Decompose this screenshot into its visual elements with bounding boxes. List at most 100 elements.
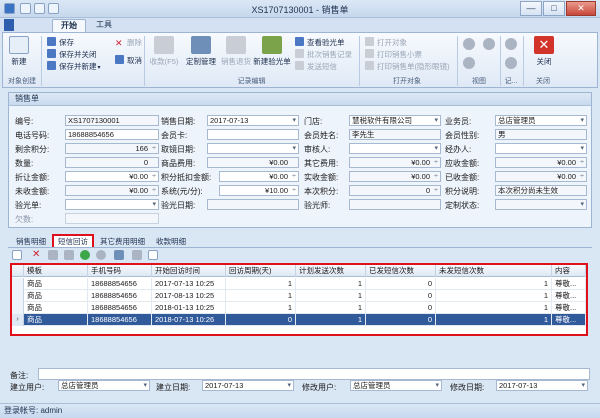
tab-start[interactable]: 开始: [52, 19, 86, 32]
due-amount-field[interactable]: ¥0.00: [495, 157, 587, 168]
row-indicator[interactable]: ›: [12, 314, 24, 326]
add-icon[interactable]: [80, 250, 90, 260]
col-content[interactable]: 内容: [552, 265, 586, 277]
new-button[interactable]: 新建: [7, 36, 31, 67]
quantity-field[interactable]: 0: [65, 157, 159, 168]
table-cell[interactable]: 尊敬...: [552, 278, 586, 290]
tab-tools[interactable]: 工具: [88, 19, 120, 32]
table-cell[interactable]: 尊敬...: [552, 302, 586, 314]
col-template[interactable]: 模板: [24, 265, 88, 277]
save-close-button[interactable]: 保存并关闭: [47, 49, 97, 60]
table-cell[interactable]: 2017-07-13 10:25: [152, 278, 226, 290]
received-amount-field[interactable]: ¥0.00: [495, 171, 587, 182]
remaining-points-field[interactable]: 166: [65, 143, 159, 154]
table-cell[interactable]: 尊敬...: [552, 290, 586, 302]
handler-field[interactable]: [495, 143, 587, 154]
collect-button[interactable]: 收款(F5): [149, 36, 179, 67]
table-cell[interactable]: 商品: [24, 290, 88, 302]
other-fee-field[interactable]: ¥0.00: [349, 157, 441, 168]
table-cell[interactable]: 商品: [24, 278, 88, 290]
table-row[interactable]: 商品 18688854656 2017-07-13 10:25 1 1 0 1 尊敬...: [12, 278, 586, 290]
auditor-field[interactable]: [349, 143, 441, 154]
member-gender-field[interactable]: 男: [495, 129, 587, 140]
table-cell[interactable]: 0: [366, 278, 436, 290]
print-icon[interactable]: [132, 250, 142, 260]
creator-field[interactable]: 总店管理员: [58, 380, 150, 391]
record-nav-2[interactable]: [503, 57, 519, 71]
copy-icon[interactable]: [48, 250, 58, 260]
points-deduct-field[interactable]: ¥0.00: [219, 171, 299, 182]
member-card-field[interactable]: [207, 129, 299, 140]
delete-button[interactable]: ✕ 删除: [115, 37, 142, 48]
table-cell[interactable]: 1: [296, 290, 366, 302]
cancel-button[interactable]: 取消: [115, 55, 142, 66]
delete-row-icon[interactable]: ✕: [32, 250, 42, 260]
send-sms-button[interactable]: 发送短信: [295, 61, 337, 72]
staff-field[interactable]: 总店管理员: [495, 115, 587, 126]
save-new-button[interactable]: 保存并新建▾: [47, 61, 101, 72]
order-no-field[interactable]: XS1707130001: [65, 115, 159, 126]
table-cell[interactable]: 1: [296, 278, 366, 290]
table-cell[interactable]: 2017-08-13 10:25: [152, 290, 226, 302]
file-menu-button[interactable]: [4, 19, 14, 31]
table-cell[interactable]: 1: [226, 278, 296, 290]
points-note-field[interactable]: 本次积分尚未生效: [495, 185, 587, 196]
table-cell[interactable]: 18688854656: [88, 314, 152, 326]
settings-icon[interactable]: [148, 250, 158, 260]
close-window-button[interactable]: ✕: [566, 1, 596, 16]
row-indicator[interactable]: [12, 278, 24, 290]
open-object-button[interactable]: 打开对象: [365, 37, 407, 48]
modifier-field[interactable]: 总店管理员: [350, 380, 442, 391]
table-cell[interactable]: 1: [436, 302, 552, 314]
table-cell[interactable]: 商品: [24, 314, 88, 326]
optometrist-field[interactable]: [349, 199, 441, 210]
export-icon[interactable]: [114, 250, 124, 260]
unpaid-amount-field[interactable]: ¥0.00: [65, 185, 159, 196]
remark-field[interactable]: [38, 368, 590, 380]
table-cell[interactable]: 18688854656: [88, 290, 152, 302]
row-indicator[interactable]: [12, 290, 24, 302]
refresh-icon[interactable]: [64, 250, 74, 260]
optician-bill-field[interactable]: [65, 199, 159, 210]
table-cell[interactable]: 18688854656: [88, 278, 152, 290]
sales-date-field[interactable]: 2017-07-13: [207, 115, 299, 126]
table-cell[interactable]: 1: [296, 314, 366, 326]
table-cell[interactable]: 1: [436, 290, 552, 302]
new-row-icon[interactable]: [12, 250, 22, 260]
col-start-time[interactable]: 开始回访时间: [152, 265, 226, 277]
tab-sms-followup[interactable]: 短信回访: [52, 234, 94, 247]
table-cell[interactable]: 1: [296, 302, 366, 314]
table-cell[interactable]: 2018-07-13 10:26: [152, 314, 226, 326]
discount-field[interactable]: ¥0.00: [65, 171, 159, 182]
table-cell[interactable]: 2018-01-13 10:25: [152, 302, 226, 314]
col-phone[interactable]: 手机号码: [88, 265, 152, 277]
maximize-button[interactable]: □: [543, 1, 565, 16]
owed-field[interactable]: [65, 213, 159, 224]
new-check-button[interactable]: 新建验光单: [253, 36, 291, 67]
member-name-field[interactable]: 李先生: [349, 129, 441, 140]
table-cell[interactable]: 18688854656: [88, 302, 152, 314]
minimize-button[interactable]: —: [520, 1, 542, 16]
pickup-date-field[interactable]: [207, 143, 299, 154]
table-cell[interactable]: 尊敬...: [552, 314, 586, 326]
table-cell[interactable]: 0: [366, 290, 436, 302]
stop-icon[interactable]: [96, 250, 106, 260]
col-planned[interactable]: 计划发送次数: [296, 265, 366, 277]
col-unsent[interactable]: 未发短信次数: [436, 265, 552, 277]
table-cell[interactable]: 1: [226, 302, 296, 314]
table-cell[interactable]: 1: [226, 290, 296, 302]
table-row[interactable]: 商品 18688854656 2017-08-13 10:25 1 1 0 1 尊敬...: [12, 290, 586, 302]
view-toggle-1[interactable]: [461, 38, 477, 52]
col-period[interactable]: 回访周期(天): [226, 265, 296, 277]
col-sent[interactable]: 已发短信次数: [366, 265, 436, 277]
table-cell[interactable]: 1: [436, 278, 552, 290]
check-date-field[interactable]: [207, 199, 299, 210]
row-indicator[interactable]: [12, 302, 24, 314]
save-button[interactable]: 保存: [47, 37, 74, 48]
view-toggle-2[interactable]: [461, 57, 477, 71]
goods-fee-field[interactable]: ¥0.00: [207, 157, 299, 168]
sales-return-button[interactable]: 销售退货: [221, 36, 251, 67]
this-points-field[interactable]: 0: [349, 185, 441, 196]
store-field[interactable]: 慧税软件有限公司: [349, 115, 441, 126]
table-cell[interactable]: 1: [436, 314, 552, 326]
